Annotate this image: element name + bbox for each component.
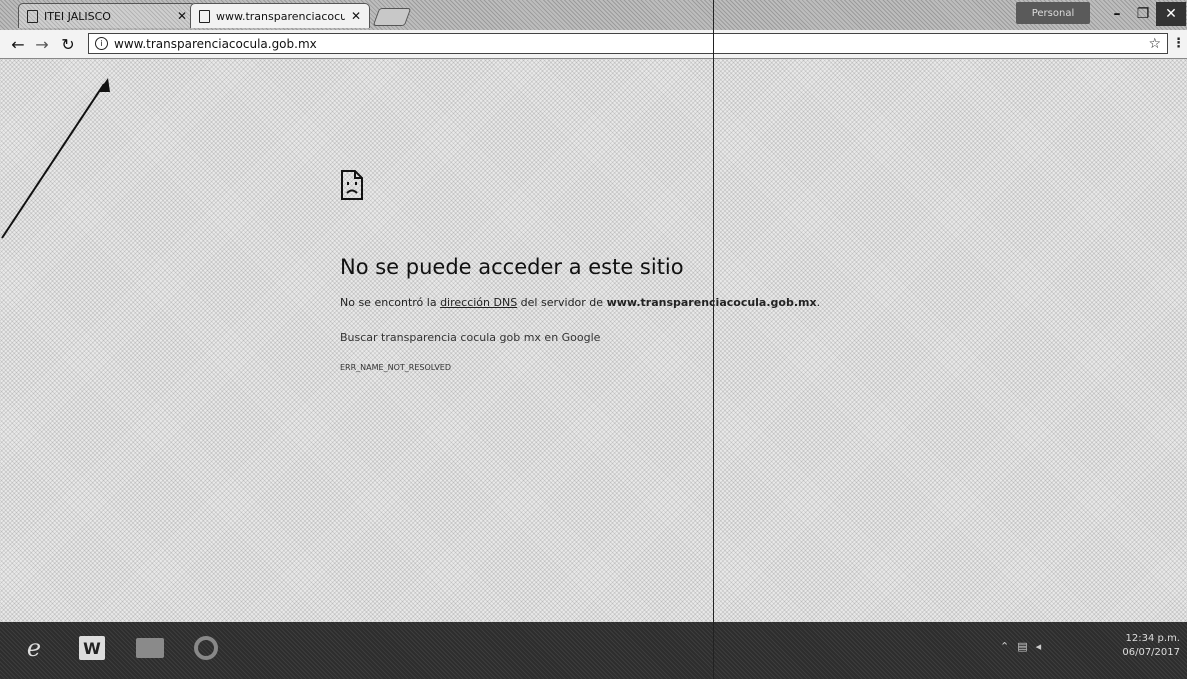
chevron-up-icon[interactable]: ⌃: [1000, 640, 1009, 653]
error-title: No se puede acceder a este sitio: [340, 255, 684, 279]
error-host: www.transparenciacocula.gob.mx: [606, 296, 817, 309]
error-desc-suffix: .: [816, 296, 821, 309]
maximize-button[interactable]: ❐: [1128, 2, 1158, 26]
tab-title: ITEI JALISCO: [44, 9, 111, 23]
profile-button[interactable]: Personal: [1016, 2, 1090, 24]
screenshot: ITEI JALISCO ✕ www.transparenciacocula ✕…: [0, 0, 1187, 679]
error-desc-middle: del servidor de: [517, 296, 607, 309]
tab-transparenciacocula[interactable]: www.transparenciacocula ✕: [190, 3, 370, 28]
internet-explorer-icon[interactable]: e: [14, 628, 54, 668]
volume-icon[interactable]: ◂: [1036, 640, 1042, 653]
windows-taskbar: e W ⌃ ▤ ◂ 12:34 p.m. 06/07/2017: [0, 622, 1187, 679]
kebab-menu-icon[interactable]: ⋮: [1172, 36, 1185, 51]
scan-fold-line: [713, 0, 714, 679]
arrow-right-icon[interactable]: →: [32, 34, 52, 54]
google-search-suggestion[interactable]: Buscar transparencia cocula gob mx en Go…: [340, 331, 600, 344]
new-tab-button[interactable]: [372, 8, 412, 26]
address-bar[interactable]: i www.transparenciacocula.gob.mx ☆: [88, 33, 1168, 54]
annotation-arrow: [1, 78, 110, 239]
address-url[interactable]: www.transparenciacocula.gob.mx: [114, 37, 1142, 51]
error-description: No se encontró la dirección DNS del serv…: [340, 296, 820, 309]
chrome-icon[interactable]: [186, 628, 226, 668]
file-explorer-icon[interactable]: [130, 628, 170, 668]
network-icon[interactable]: ▤: [1017, 640, 1027, 653]
dns-link[interactable]: dirección DNS: [440, 296, 517, 309]
clock-date: 06/07/2017: [1122, 647, 1180, 658]
error-desc-prefix: No se encontró la: [340, 296, 441, 309]
reload-icon[interactable]: ↻: [58, 34, 78, 54]
star-icon[interactable]: ☆: [1148, 36, 1161, 52]
clock-time: 12:34 p.m.: [1125, 633, 1180, 644]
close-window-button[interactable]: ✕: [1156, 2, 1186, 26]
tab-title: www.transparenciacocula: [216, 9, 345, 23]
sad-page-icon: [341, 170, 363, 200]
info-icon[interactable]: i: [95, 37, 108, 50]
browser-toolbar: ← → ↻ i www.transparenciacocula.gob.mx ☆…: [0, 30, 1187, 59]
page-icon: [27, 9, 38, 23]
page-content: No se puede acceder a este sitio No se e…: [0, 59, 1187, 619]
system-tray: ⌃ ▤ ◂: [1000, 640, 1041, 653]
word-icon[interactable]: W: [72, 628, 112, 668]
close-tab-icon[interactable]: ✕: [177, 9, 187, 23]
arrow-left-icon[interactable]: ←: [8, 34, 28, 54]
tab-itei-jalisco[interactable]: ITEI JALISCO ✕: [18, 3, 196, 28]
taskbar-clock[interactable]: 12:34 p.m. 06/07/2017: [1108, 632, 1180, 660]
tab-strip: ITEI JALISCO ✕ www.transparenciacocula ✕…: [0, 0, 1187, 30]
close-tab-icon[interactable]: ✕: [351, 9, 361, 23]
error-code: ERR_NAME_NOT_RESOLVED: [340, 363, 452, 372]
page-icon: [199, 9, 210, 23]
